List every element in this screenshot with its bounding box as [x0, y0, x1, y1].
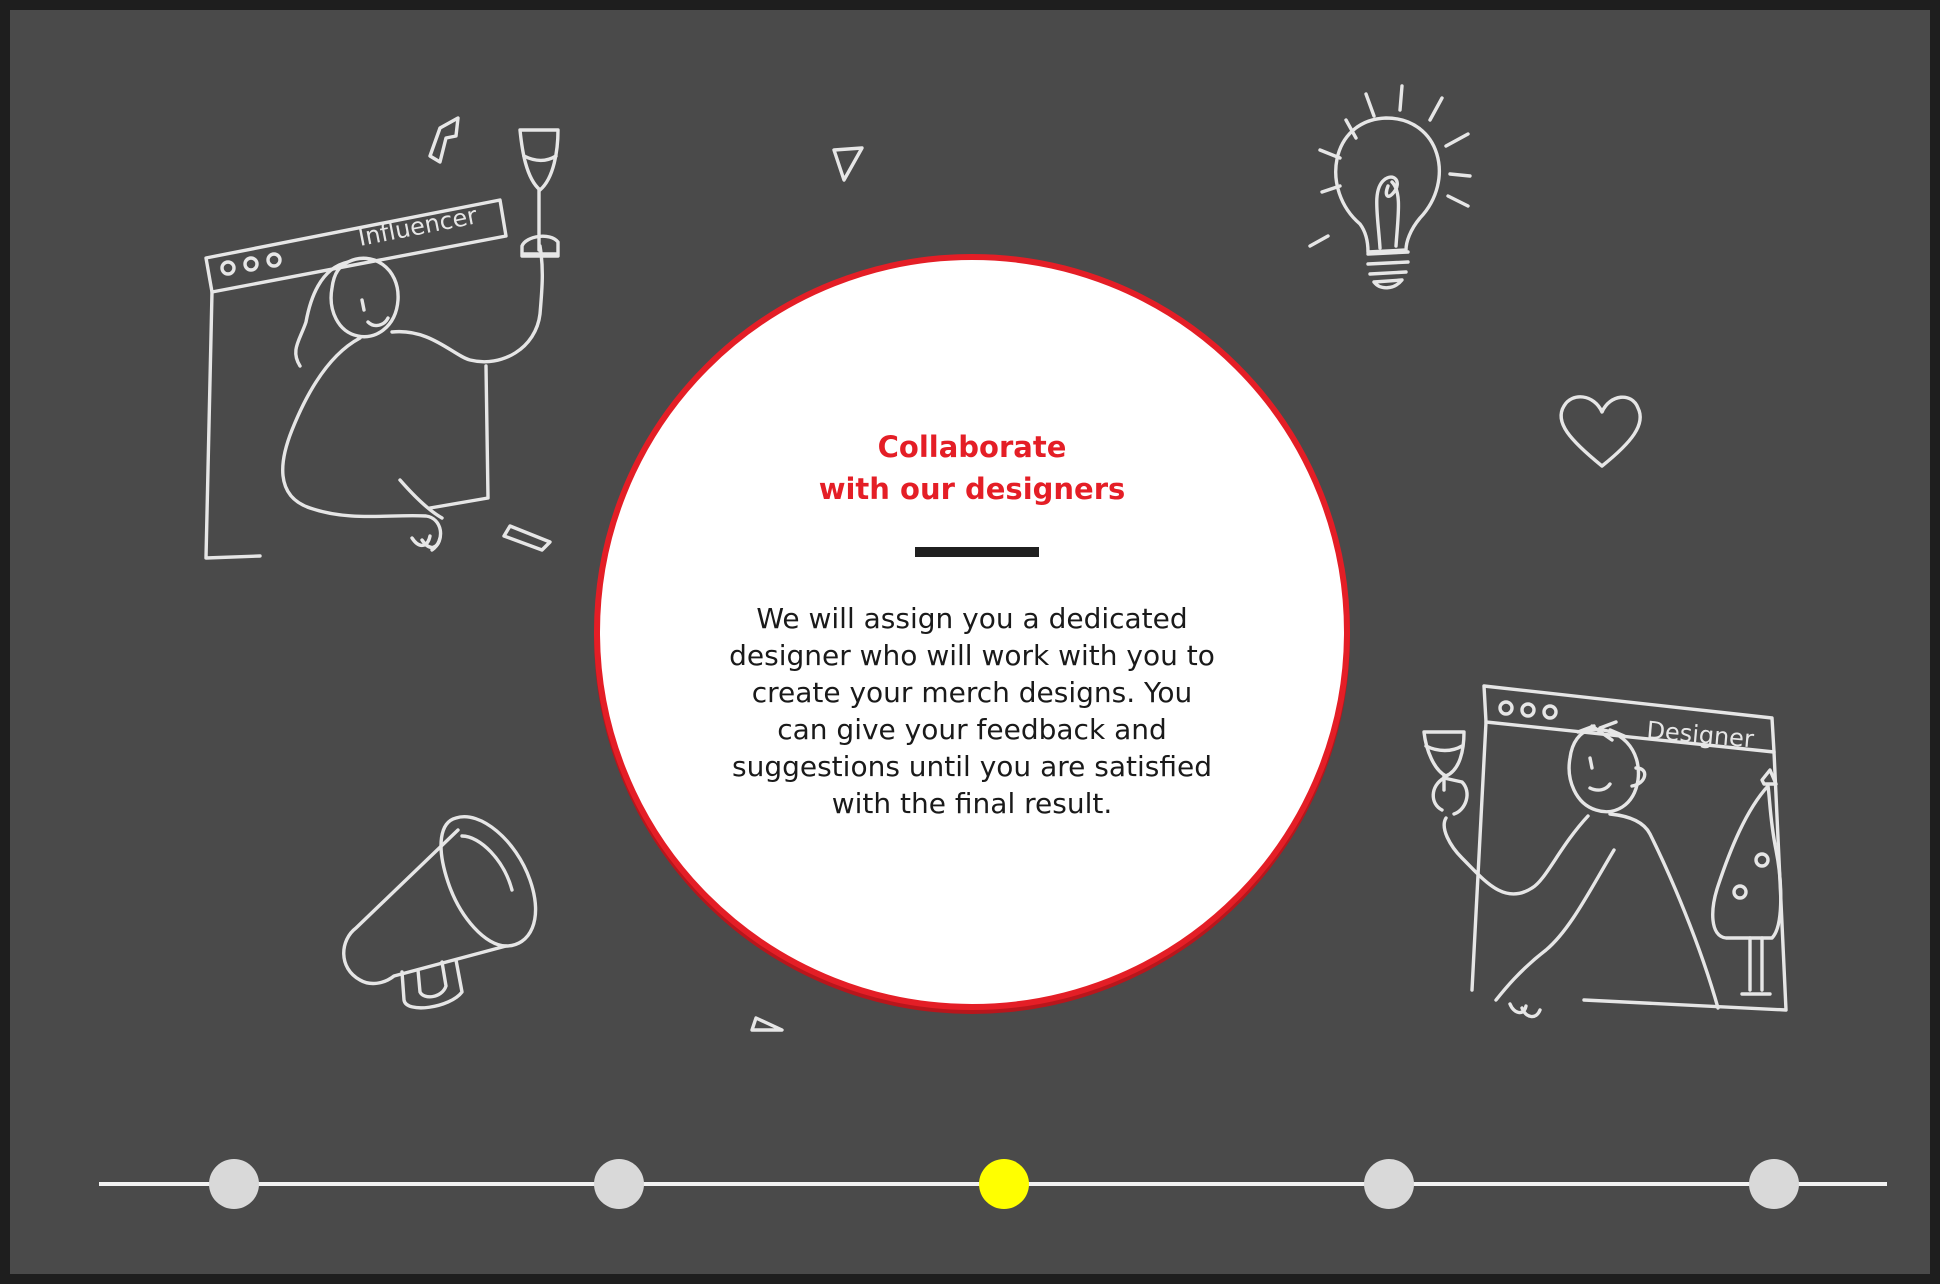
designer-other-arm [1494, 848, 1616, 1019]
timeline-step-2[interactable] [594, 1159, 644, 1209]
designer-arm-raised [1442, 814, 1590, 896]
confetti-icon [502, 524, 552, 552]
designer-window-left-edge [1470, 720, 1488, 992]
influencer-illustration: Influencer [204, 128, 560, 560]
ornament-icon [1732, 884, 1748, 900]
window-dot-icon [243, 256, 259, 272]
wine-glass-stem [522, 188, 558, 256]
designer-window-label: Designer [1645, 716, 1755, 753]
christmas-tree-icon [1711, 784, 1783, 940]
confetti-triangle-icon [750, 1016, 784, 1032]
window-dot-icon [266, 252, 282, 268]
designer-illustration: Designer [1422, 684, 1788, 1019]
window-dot-icon [1542, 704, 1558, 720]
designer-hand [1431, 776, 1469, 816]
designer-head [1567, 727, 1641, 814]
influencer-arm-raised [390, 244, 545, 364]
influencer-window-right-edge [428, 364, 490, 510]
window-dot-icon [220, 260, 236, 276]
timeline-step-5[interactable] [1749, 1159, 1799, 1209]
wine-glass-icon [1422, 730, 1466, 778]
wine-glass-liquid [1424, 744, 1464, 753]
influencer-smile [366, 316, 390, 328]
megaphone-icon [342, 815, 538, 1010]
ornament-icon [1754, 852, 1770, 868]
lightbulb-icon [1308, 84, 1472, 290]
influencer-body [281, 336, 443, 552]
slide-frame: Influencer Designer Collaborate with our… [10, 10, 1930, 1274]
window-dot-icon [1498, 700, 1514, 716]
confetti-triangle-icon [832, 146, 864, 182]
designer-smile [1588, 782, 1612, 792]
heart-icon [1559, 395, 1642, 468]
confetti-icon [428, 116, 460, 164]
timeline-step-3[interactable] [979, 1159, 1029, 1209]
card-divider [915, 547, 1039, 557]
card-body-text: We will assign you a dedicated designer … [729, 602, 1215, 820]
christmas-tree-trunk [1740, 936, 1772, 996]
timeline-step-1[interactable] [209, 1159, 259, 1209]
influencer-fingers [398, 478, 444, 549]
designer-eye [1588, 756, 1594, 770]
window-dot-icon [1520, 702, 1536, 718]
designer-body-right [1608, 812, 1720, 1010]
designer-window-right-edge [1582, 750, 1788, 1012]
timeline-step-4[interactable] [1364, 1159, 1414, 1209]
card-title: Collaborate with our designers [818, 430, 1126, 506]
influencer-head [329, 256, 400, 339]
info-card: Collaborate with our designers We will a… [594, 254, 1350, 1010]
influencer-eye [360, 298, 366, 312]
wine-glass-liquid [522, 154, 558, 163]
influencer-window-left-edge [204, 290, 262, 560]
